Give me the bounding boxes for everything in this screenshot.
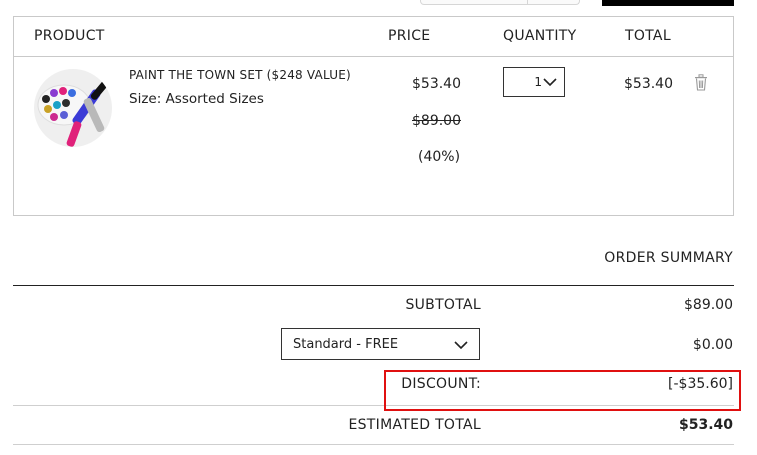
total-divider	[13, 444, 734, 445]
item-original-price: $89.00	[412, 113, 461, 129]
top-select-divider	[527, 0, 528, 4]
shipping-value: $0.00	[692, 337, 733, 353]
quantity-value: 1	[534, 75, 542, 89]
subtotal-label: SUBTOTAL	[405, 297, 481, 313]
header-quantity: QUANTITY	[503, 28, 577, 44]
subtotal-value: $89.00	[684, 297, 733, 313]
header-divider	[14, 56, 733, 57]
product-image-art	[37, 80, 108, 147]
header-product: PRODUCT	[34, 28, 105, 44]
product-name[interactable]: PAINT THE TOWN SET ($248 VALUE)	[129, 68, 351, 82]
item-total: $53.40	[624, 76, 673, 92]
chevron-down-icon	[543, 78, 557, 87]
trash-icon[interactable]	[694, 74, 708, 91]
product-image[interactable]	[34, 69, 112, 147]
order-summary-title: ORDER SUMMARY	[604, 250, 733, 266]
shipping-method-value: Standard - FREE	[293, 337, 399, 352]
checkout-button[interactable]	[602, 0, 734, 6]
product-size: Size: Assorted Sizes	[129, 91, 264, 107]
header-price: PRICE	[388, 28, 431, 44]
cart-table: PRODUCT PRICE QUANTITY TOTAL PAINT THE T…	[13, 16, 734, 216]
chevron-down-icon	[454, 341, 468, 350]
quantity-select[interactable]: 1	[503, 67, 565, 97]
summary-divider	[13, 285, 734, 286]
item-discount-percent: (40%)	[418, 149, 461, 165]
estimated-total-label: ESTIMATED TOTAL	[348, 417, 481, 433]
estimated-total-value: $53.40	[678, 417, 733, 433]
shipping-method-select[interactable]: Standard - FREE	[281, 328, 480, 360]
discount-highlight-box	[384, 370, 741, 411]
header-total: TOTAL	[625, 28, 671, 44]
top-select-control[interactable]	[420, 0, 580, 5]
item-price: $53.40	[412, 76, 461, 92]
